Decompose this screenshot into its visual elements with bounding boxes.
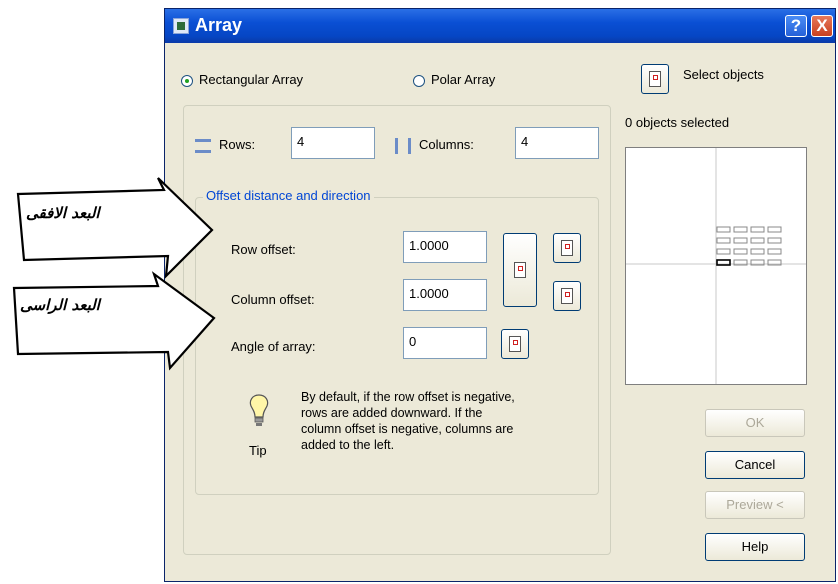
angle-input[interactable]: 0 bbox=[403, 327, 487, 359]
close-button[interactable]: X bbox=[811, 15, 833, 37]
horizontal-annotation-label: البعد الافقى bbox=[26, 204, 100, 222]
horizontal-annotation-arrow bbox=[16, 177, 214, 279]
cancel-button[interactable]: Cancel bbox=[705, 451, 805, 479]
preview-cell bbox=[767, 248, 782, 255]
tip-line: added to the left. bbox=[301, 438, 395, 452]
pick-both-icon bbox=[514, 262, 526, 278]
preview-cell bbox=[716, 259, 731, 266]
preview-cell bbox=[716, 237, 731, 244]
rows-label: Rows: bbox=[219, 137, 256, 152]
rows-icon bbox=[195, 139, 211, 153]
columns-input[interactable]: 4 bbox=[515, 127, 599, 159]
preview-cell bbox=[767, 237, 782, 244]
columns-icon bbox=[395, 138, 411, 154]
select-objects-label: Select objects bbox=[683, 67, 764, 82]
tip-label: Tip bbox=[249, 443, 267, 458]
polar-label[interactable]: Polar Array bbox=[431, 72, 495, 87]
ok-button[interactable]: OK bbox=[705, 409, 805, 437]
pick-angle-button[interactable] bbox=[501, 329, 529, 359]
pick-icon bbox=[649, 71, 661, 87]
offset-group-title: Offset distance and direction bbox=[203, 188, 374, 203]
column-offset-input[interactable]: 1.0000 bbox=[403, 279, 487, 311]
columns-label: Columns: bbox=[419, 137, 474, 152]
array-preview bbox=[625, 147, 807, 385]
preview-cell bbox=[750, 248, 765, 255]
preview-button[interactable]: Preview < bbox=[705, 491, 805, 519]
preview-cell bbox=[767, 226, 782, 233]
preview-cell bbox=[716, 248, 731, 255]
help-button[interactable]: Help bbox=[705, 533, 805, 561]
pick-both-offsets-button[interactable] bbox=[503, 233, 537, 307]
pick-column-icon bbox=[561, 288, 573, 304]
column-offset-label: Column offset: bbox=[231, 292, 315, 307]
pick-column-offset-button[interactable] bbox=[553, 281, 581, 311]
rows-input[interactable]: 4 bbox=[291, 127, 375, 159]
pick-angle-icon bbox=[509, 336, 521, 352]
preview-cell bbox=[733, 226, 748, 233]
rectangular-radio[interactable] bbox=[181, 75, 193, 87]
tip-line: By default, if the row offset is negativ… bbox=[301, 390, 515, 404]
preview-cell bbox=[733, 237, 748, 244]
tip-line: rows are added downward. If the bbox=[301, 406, 483, 420]
selection-status: 0 objects selected bbox=[625, 115, 730, 130]
tip-text: By default, if the row offset is negativ… bbox=[301, 389, 515, 453]
preview-cell bbox=[750, 226, 765, 233]
row-offset-input[interactable]: 1.0000 bbox=[403, 231, 487, 263]
tip-line: column offset is negative, columns are bbox=[301, 422, 514, 436]
array-dialog: Array ? X Rectangular Array Polar Array … bbox=[164, 8, 836, 582]
lightbulb-icon bbox=[249, 394, 269, 426]
app-icon bbox=[173, 18, 189, 34]
rectangular-label[interactable]: Rectangular Array bbox=[199, 72, 303, 87]
preview-cell bbox=[750, 237, 765, 244]
help-title-button[interactable]: ? bbox=[785, 15, 807, 37]
row-offset-label: Row offset: bbox=[231, 242, 296, 257]
preview-cell bbox=[733, 248, 748, 255]
polar-radio[interactable] bbox=[413, 75, 425, 87]
select-objects-button[interactable] bbox=[641, 64, 669, 94]
title-bar[interactable]: Array ? X bbox=[165, 9, 835, 43]
pick-row-offset-button[interactable] bbox=[553, 233, 581, 263]
vertical-annotation-arrow bbox=[12, 271, 216, 371]
vertical-annotation-label: البعد الراسى bbox=[20, 296, 100, 314]
preview-graphic bbox=[626, 148, 806, 384]
pick-row-icon bbox=[561, 240, 573, 256]
window-title: Array bbox=[195, 15, 243, 35]
preview-cell bbox=[716, 226, 731, 233]
angle-label: Angle of array: bbox=[231, 339, 316, 354]
